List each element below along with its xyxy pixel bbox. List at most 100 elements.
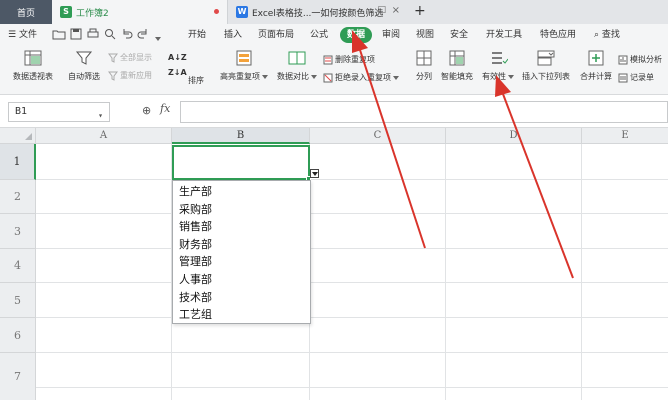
dropdown-option[interactable]: 生产部 <box>173 183 310 201</box>
formula-bar: B1 ▾ ⊕ fx <box>0 96 668 128</box>
sort-label: 排序 <box>188 76 204 85</box>
pivot-table-button[interactable]: 数据透视表 <box>10 48 56 82</box>
tab-home[interactable]: 首页 <box>0 0 52 24</box>
smart-fill-icon <box>449 50 465 66</box>
print-preview-icon[interactable] <box>103 27 117 41</box>
undo-icon[interactable] <box>120 27 134 41</box>
menu-bar: ☰ 文件 开始 插入 页面布局 公式 数据 审阅 视图 安全 开发工具 特色应用… <box>0 24 668 46</box>
column-header-c[interactable]: C <box>310 128 446 144</box>
remove-duplicates-button[interactable]: 删除重复项 <box>323 53 375 66</box>
funnel-icon <box>75 51 93 65</box>
validity-button[interactable]: 有效性 <box>480 48 516 82</box>
insert-dropdown-list-button[interactable]: 插入下拉列表 <box>520 48 572 82</box>
redo-icon[interactable] <box>136 27 150 41</box>
reject-duplicates-icon <box>323 73 333 82</box>
row-header-6[interactable]: 6 <box>0 318 36 353</box>
data-compare-icon <box>288 51 306 65</box>
new-tab-button[interactable]: + <box>414 3 426 19</box>
gridline <box>36 282 668 283</box>
smart-fill-button[interactable]: 智能填充 <box>438 48 476 82</box>
merge-calculate-label: 合并计算 <box>580 72 612 81</box>
sort-descending-icon: Z↓A <box>168 68 187 77</box>
show-all-button[interactable]: 全部显示 <box>108 51 152 64</box>
menu-view[interactable]: 视图 <box>416 27 434 43</box>
row-header-5[interactable]: 5 <box>0 283 36 318</box>
record-form-icon <box>618 73 628 82</box>
quick-access-dropdown-icon[interactable] <box>155 36 162 41</box>
merge-calculate-button[interactable]: 合并计算 <box>578 48 614 82</box>
dropdown-list-icon <box>537 50 555 66</box>
simulate-analysis-button[interactable]: 模拟分析 <box>618 53 662 66</box>
close-icon[interactable]: × <box>392 5 400 16</box>
column-header-e[interactable]: E <box>582 128 668 144</box>
dropdown-caret-icon <box>393 75 399 80</box>
record-form-button[interactable]: 记录单 <box>618 71 654 84</box>
reapply-button[interactable]: 重新应用 <box>108 69 152 82</box>
folder-icon[interactable] <box>52 27 66 41</box>
menu-search[interactable]: ⌕ 查找 <box>594 27 620 43</box>
sort-button[interactable]: 排序 <box>188 74 204 87</box>
menu-data[interactable]: 数据 <box>340 27 373 43</box>
active-cell-b1[interactable] <box>172 145 311 181</box>
autofilter-button[interactable]: 自动筛选 <box>66 48 102 82</box>
menu-developer[interactable]: 开发工具 <box>486 27 522 43</box>
validity-label: 有效性 <box>482 72 506 81</box>
dropdown-option[interactable]: 财务部 <box>173 236 310 254</box>
highlight-duplicates-button[interactable]: 高亮重复项 <box>218 48 270 82</box>
reject-duplicates-button[interactable]: 拒绝录入重复项 <box>323 71 399 84</box>
column-header-b[interactable]: B <box>172 128 310 144</box>
row-header-2[interactable]: 2 <box>0 180 36 214</box>
dropdown-option[interactable]: 技术部 <box>173 289 310 307</box>
gridline <box>445 144 446 400</box>
fx-icon[interactable]: fx <box>160 102 170 115</box>
print-icon[interactable] <box>86 27 100 41</box>
row-header-3[interactable]: 3 <box>0 214 36 249</box>
split-column-label: 分列 <box>416 72 432 81</box>
menu-search-label: 查找 <box>601 30 620 40</box>
menu-page-layout[interactable]: 页面布局 <box>258 27 294 43</box>
funnel-small-icon <box>108 53 118 63</box>
menu-insert[interactable]: 插入 <box>224 27 242 43</box>
dropdown-option[interactable]: 管理部 <box>173 253 310 271</box>
tab-document[interactable]: W Excel表格技...一如何按颜色筛选 □ × <box>228 0 408 24</box>
tab-document-label: Excel表格技...一如何按颜色筛选 <box>252 8 384 19</box>
dropdown-option[interactable]: 采购部 <box>173 201 310 219</box>
smart-fill-label: 智能填充 <box>441 72 473 81</box>
menu-formula[interactable]: 公式 <box>310 27 328 43</box>
menu-security[interactable]: 安全 <box>450 27 468 43</box>
spreadsheet-icon: S <box>60 6 72 18</box>
zoom-function-icon[interactable]: ⊕ <box>142 104 151 117</box>
tab-workbook[interactable]: S 工作簿2 <box>52 0 228 24</box>
split-column-button[interactable]: 分列 <box>410 48 438 82</box>
tab-home-label: 首页 <box>16 8 35 19</box>
menu-file[interactable]: ☰ 文件 <box>8 27 37 43</box>
column-header-d[interactable]: D <box>446 128 582 144</box>
sort-ascending-button[interactable]: A↓Z <box>168 51 187 64</box>
formula-input[interactable] <box>180 101 668 123</box>
sort-descending-button[interactable]: Z↓A <box>168 66 187 79</box>
select-all-corner[interactable] <box>0 128 36 144</box>
name-box[interactable]: B1 ▾ <box>8 102 110 122</box>
menu-special[interactable]: 特色应用 <box>540 27 576 43</box>
row-header-4[interactable]: 4 <box>0 249 36 283</box>
data-compare-label: 数据对比 <box>277 72 309 81</box>
dropdown-option[interactable]: 人事部 <box>173 271 310 289</box>
dropdown-caret-icon <box>508 74 514 79</box>
row-header-7[interactable]: 7 <box>0 353 36 400</box>
gridline <box>36 248 668 249</box>
row-header-1[interactable]: 1 <box>0 144 36 180</box>
save-icon[interactable] <box>69 27 83 41</box>
unsaved-dot-icon <box>214 9 219 14</box>
data-compare-button[interactable]: 数据对比 <box>274 48 320 82</box>
dropdown-option[interactable]: 工艺组 <box>173 306 310 324</box>
menu-review[interactable]: 审阅 <box>382 27 400 43</box>
column-header-a[interactable]: A <box>36 128 172 144</box>
pin-icon[interactable]: □ <box>377 5 386 15</box>
spreadsheet-grid: A B C D E 1 2 3 4 5 6 7 <box>0 128 668 400</box>
tab-bar: 首页 S 工作簿2 W Excel表格技...一如何按颜色筛选 □ × + <box>0 0 668 24</box>
toolbar-quick-access <box>52 27 162 43</box>
chevron-down-icon[interactable]: ▾ <box>98 107 103 125</box>
menu-start[interactable]: 开始 <box>188 27 206 43</box>
dropdown-arrow-button[interactable] <box>310 169 319 178</box>
dropdown-option[interactable]: 销售部 <box>173 218 310 236</box>
